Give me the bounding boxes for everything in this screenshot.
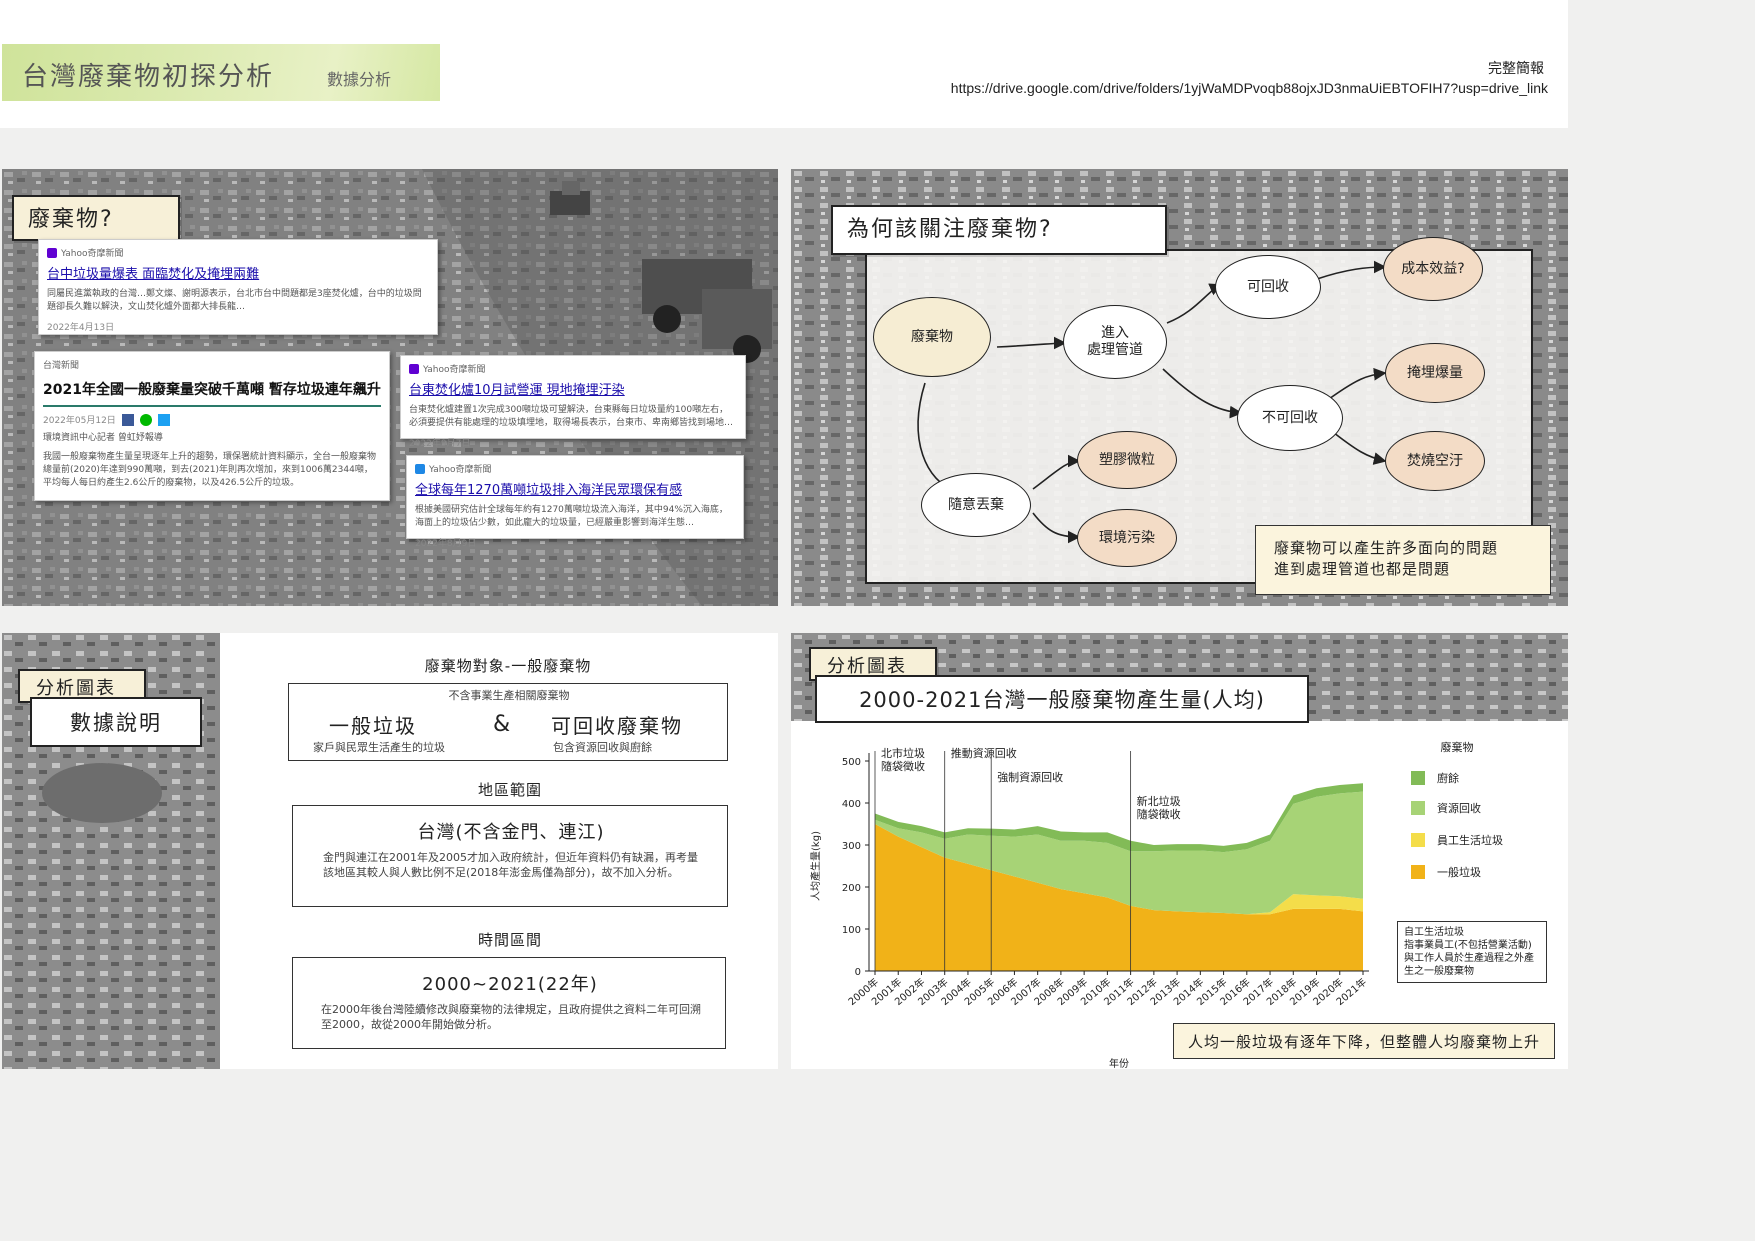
news-source: Yahoo奇摩新聞 — [415, 462, 735, 475]
node-landfill-overflow: 掩埋爆量 — [1385, 343, 1485, 403]
legend-label: 一般垃圾 — [1437, 865, 1481, 879]
y-tick-label: 100 — [842, 925, 861, 936]
ampersand: & — [493, 712, 511, 737]
page-title: 台灣廢棄物初探分析 — [22, 62, 275, 92]
node-cost-benefit: 成本效益? — [1383, 237, 1483, 301]
panel-why-care: 廢棄物 進入 處理管道 可回收 成本效益? 不可回收 掩埋爆量 焚燒空汙 隨意丟… — [791, 169, 1568, 606]
node-dumping: 隨意丟棄 — [921, 473, 1031, 537]
section-heading: 數據說明 — [30, 697, 202, 747]
annotation-label: 隨袋徵收 — [1137, 807, 1181, 821]
annotation-label: 強制資源回收 — [997, 770, 1063, 784]
panel-label: 為何該關注廢棄物? — [831, 205, 1167, 255]
node-enter-treatment: 進入 處理管道 — [1063, 305, 1167, 379]
news-body: 同屬民進黨執政的台灣…鄭文燦、謝明源表示，台北市台中問題都是3座焚化爐，台中的垃… — [47, 289, 422, 312]
region-value: 台灣(不含金門、連江) — [417, 822, 605, 843]
region-box: 台灣(不含金門、連江) 金門與連江在2001年及2005才加入政府統計，但近年資… — [292, 805, 728, 907]
node-non-recyclable: 不可回收 — [1237, 385, 1343, 451]
y-tick-label: 300 — [842, 841, 861, 852]
node-incineration-pollution: 焚燒空汙 — [1385, 431, 1485, 491]
news-source: 台灣新聞 — [43, 361, 80, 371]
y-axis-label: 人均產生量(kg) — [809, 831, 822, 901]
recyclable-label: 可回收廢棄物 — [551, 714, 683, 738]
news-body: 根據美國研究估計全球每年約有1270萬噸垃圾流入海洋，其中94%沉入海底，海面上… — [415, 505, 728, 528]
y-tick-label: 500 — [842, 757, 861, 768]
panel-data-notes: 分析圖表 數據說明 廢棄物對象-一般廢棄物 不含事業生產相關廢棄物 一般垃圾 家… — [2, 633, 778, 1069]
news-source: Yahoo奇摩新聞 — [47, 246, 429, 259]
legend-label: 資源回收 — [1437, 801, 1481, 815]
news-reporter: 環境資訊中心記者 曾虹妤報導 — [43, 433, 163, 443]
yahoo-icon — [47, 247, 57, 258]
legend-title: 廢棄物 — [1441, 740, 1474, 754]
report-link[interactable]: https://drive.google.com/drive/folders/1… — [951, 80, 1548, 96]
y-tick-label: 0 — [855, 967, 861, 978]
legend-swatch — [1411, 865, 1425, 879]
report-label: 完整簡報 — [1488, 61, 1544, 77]
news-headline[interactable]: 台中垃圾量爆表 面臨焚化及掩埋兩難 — [47, 263, 429, 282]
twitter-icon[interactable] — [157, 413, 170, 426]
news-clip[interactable]: Yahoo奇摩新聞 台東焚化爐10月試營運 現地掩埋汙染 台東焚化爐建置1次完成… — [400, 355, 746, 449]
yahoo-icon — [409, 363, 419, 374]
note-line: 廢棄物可以產生許多面向的問題 — [1274, 539, 1499, 557]
period-value: 2000~2021(22年) — [422, 974, 598, 995]
panel-what-is-waste: 廢棄物? Yahoo奇摩新聞 台中垃圾量爆表 面臨焚化及掩埋兩難 同屬民進黨執政… — [2, 169, 778, 606]
general-waste-label: 一般垃圾 — [329, 714, 417, 738]
news-date: 2022年4月13日 — [47, 323, 115, 333]
news-date: 2022年05月12日 — [43, 416, 116, 426]
annotation-label: 隨袋徵收 — [881, 759, 925, 773]
legend-label: 廚餘 — [1437, 771, 1459, 785]
node-environmental-pollution: 環境污染 — [1077, 509, 1177, 567]
chart-title: 2000-2021台灣一般廢棄物產生量(人均) — [815, 675, 1309, 723]
object-title: 廢棄物對象-一般廢棄物 — [424, 657, 592, 675]
title-banner: 台灣廢棄物初探分析 數據分析 — [2, 44, 440, 101]
x-axis-label: 年份 — [1109, 1057, 1129, 1069]
news-headline[interactable]: 台東焚化爐10月試營運 現地掩埋汙染 — [409, 379, 737, 398]
news-body: 我國一般廢棄物產生量呈現逐年上升的趨勢，環保署統計資料顯示，全台一般廢棄物總量前… — [43, 452, 377, 488]
news-body: 台東焚化爐建置1次完成300噸垃圾可望解決，台東縣每日垃圾量約100噸左右，必須… — [409, 405, 734, 428]
note-line: 進到處理管道也都是問題 — [1274, 560, 1451, 578]
y-tick-label: 400 — [842, 799, 861, 810]
news-source: Yahoo奇摩新聞 — [409, 362, 737, 375]
region-desc: 金門與連江在2001年及2005才加入政府統計，但近年資料仍有缺漏，再考量該地區… — [323, 851, 698, 879]
node-waste: 廢棄物 — [873, 297, 991, 377]
legend-swatch — [1411, 833, 1425, 847]
legend-swatch — [1411, 771, 1425, 785]
note-box: 廢棄物可以產生許多面向的問題 進到處理管道也都是問題 — [1255, 525, 1551, 595]
side-note: 自工生活垃圾 指事業員工(不包括營業活動)與工作人員於生產過程之外產生之一般廢棄… — [1397, 921, 1547, 983]
annotation-label: 北市垃圾 — [881, 746, 925, 760]
annotation-label: 新北垃圾 — [1137, 794, 1181, 808]
news-article[interactable]: 台灣新聞 2021年全國一般廢棄量突破千萬噸 暫存垃圾連年飆升 2022年05月… — [34, 351, 390, 501]
news-outlet-icon — [415, 463, 425, 474]
general-waste-desc: 家戶與民眾生活產生的垃圾 — [313, 741, 445, 754]
line-icon[interactable] — [139, 413, 152, 426]
period-title: 時間區間 — [477, 931, 542, 949]
period-desc: 在2000年後台灣陸續修改與廢棄物的法律規定，且政府提供之資料二年可回溯至200… — [321, 1003, 701, 1031]
facebook-icon[interactable] — [121, 413, 134, 426]
news-headline[interactable]: 2021年全國一般廢棄量突破千萬噸 暫存垃圾連年飆升 — [43, 379, 381, 399]
page-subtitle: 數據分析 — [327, 70, 392, 89]
period-box: 2000~2021(22年) 在2000年後台灣陸續修改與廢棄物的法律規定，且政… — [292, 957, 726, 1049]
news-date: 2022年8月9日 — [415, 539, 477, 549]
news-headline[interactable]: 全球每年1270萬噸垃圾排入海洋民眾環保有感 — [415, 479, 735, 498]
recyclable-desc: 包含資源回收與廚餘 — [553, 741, 652, 754]
y-tick-label: 200 — [842, 883, 861, 894]
stacked-area-chart: 0100200300400500人均產生量(kg)2000年2001年2002年… — [809, 740, 1503, 1069]
legend-label: 員工生活垃圾 — [1437, 833, 1503, 847]
news-clip[interactable]: Yahoo奇摩新聞 全球每年1270萬噸垃圾排入海洋民眾環保有感 根據美國研究估… — [406, 455, 744, 549]
news-clip[interactable]: Yahoo奇摩新聞 台中垃圾量爆表 面臨焚化及掩埋兩難 同屬民進黨執政的台灣…鄭… — [38, 239, 438, 335]
node-microplastics: 塑膠微粒 — [1077, 431, 1177, 489]
panel-label: 廢棄物? — [12, 195, 180, 241]
news-date: 2022年9月7日 — [409, 439, 471, 449]
object-box: 不含事業生產相關廢棄物 一般垃圾 家戶與民眾生活產生的垃圾 & 可回收廢棄物 包… — [288, 683, 728, 761]
conclusion-note: 人均一般垃圾有逐年下降，但整體人均廢棄物上升 — [1173, 1023, 1555, 1059]
header: 台灣廢棄物初探分析 數據分析 完整簡報 https://drive.google… — [0, 0, 1568, 128]
node-recyclable: 可回收 — [1215, 255, 1321, 319]
object-note: 不含事業生產相關廢棄物 — [448, 689, 570, 702]
legend-swatch — [1411, 801, 1425, 815]
divider — [43, 405, 381, 407]
annotation-label: 推動資源回收 — [951, 746, 1017, 760]
panel-chart: 分析圖表 2000-2021台灣一般廢棄物產生量(人均) 0 100 200 300 4… — [791, 633, 1568, 1069]
region-title: 地區範圍 — [477, 781, 542, 799]
